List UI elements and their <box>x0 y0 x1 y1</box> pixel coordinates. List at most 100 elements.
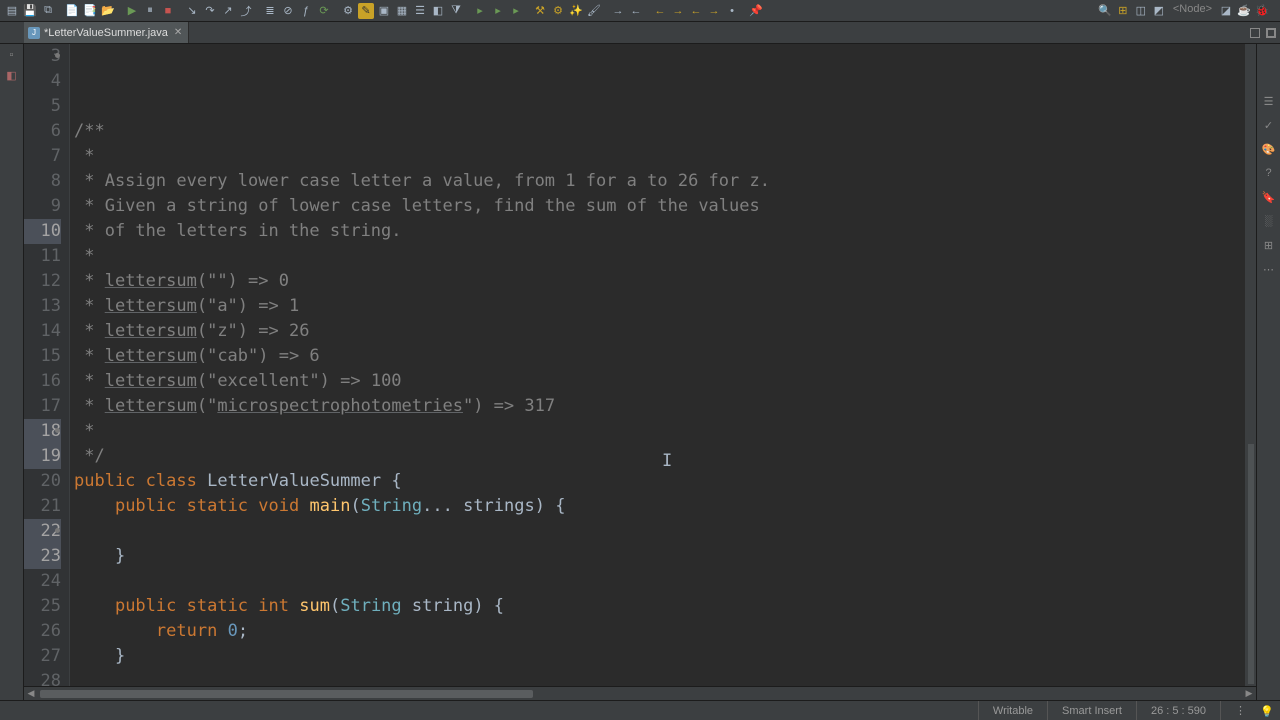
code-line[interactable]: * Given a string of lower case letters, … <box>74 194 1244 219</box>
structure-icon[interactable]: ⊞ <box>1262 238 1276 252</box>
wand-icon[interactable]: ✨ <box>568 3 584 19</box>
search-fwd-icon[interactable]: → <box>610 3 626 19</box>
perspective-open-icon[interactable]: ⊞ <box>1115 3 1131 19</box>
code-line[interactable]: * lettersum("") => 0 <box>74 269 1244 294</box>
toggle-breakpoint-icon[interactable]: ≣ <box>262 3 278 19</box>
code-line[interactable]: * lettersum("z") => 26 <box>74 319 1244 344</box>
minimize-view-icon[interactable]: ▫ <box>5 48 19 62</box>
scrollbar-thumb[interactable] <box>40 690 533 698</box>
class-icon[interactable]: ◧ <box>430 3 446 19</box>
marker-icon[interactable]: ✎ <box>358 3 374 19</box>
horizontal-scrollbar[interactable]: ◀ ▶ <box>24 686 1256 700</box>
code-line[interactable]: return 0; <box>74 619 1244 644</box>
code-line[interactable]: public static int sum(String string) { <box>74 594 1244 619</box>
status-empty-cell: ⋮ <box>1220 701 1260 720</box>
nav-up-icon[interactable]: ← <box>688 3 704 19</box>
code-line[interactable]: * <box>74 419 1244 444</box>
text-cursor: I <box>662 449 672 474</box>
pause-icon[interactable]: ⏸ <box>142 3 158 19</box>
perspective-1-icon[interactable]: ◫ <box>1133 3 1149 19</box>
perspective-3-icon[interactable]: ◪ <box>1218 3 1234 19</box>
editor[interactable]: 3456789101112131415161718192021222324252… <box>24 44 1256 700</box>
last-edit-icon[interactable]: • <box>724 3 740 19</box>
run-icon[interactable]: ▶ <box>124 3 140 19</box>
code-line[interactable]: } <box>74 544 1244 569</box>
code-line[interactable]: public static void main(String... string… <box>74 494 1244 519</box>
save-icon[interactable]: 💾 <box>22 3 38 19</box>
build-icon[interactable]: ⚒ <box>532 3 548 19</box>
pin-icon[interactable]: 📌 <box>748 3 764 19</box>
step-return-icon[interactable]: ⤴ <box>238 3 254 19</box>
left-tool-strip: ▫ ◧ <box>0 44 24 700</box>
main-toolbar: ▤ 💾 ⧉ 📄 📑 📂 ▶ ⏸ ■ ↘ ↷ ↗ ⤴ ≣ ⊘ ƒ ⟳ ⚙ ✎ ▣ … <box>0 0 1280 22</box>
perspective-java-icon[interactable]: ☕ <box>1236 3 1252 19</box>
code-area[interactable]: I /** * * Assign every lower case letter… <box>70 44 1244 686</box>
quick-search-icon[interactable]: 🔍 <box>1097 3 1113 19</box>
perspective-debug-icon[interactable]: 🐞 <box>1254 3 1270 19</box>
skip-breakpoints-icon[interactable]: ⊘ <box>280 3 296 19</box>
overview-ruler[interactable] <box>1244 44 1256 686</box>
package-icon[interactable]: ▣ <box>376 3 392 19</box>
code-line[interactable]: } <box>74 644 1244 669</box>
lightbulb-icon[interactable]: 💡 <box>1260 705 1272 717</box>
debug-config-icon[interactable]: ⚙ <box>340 3 356 19</box>
code-line[interactable]: * <box>74 244 1244 269</box>
scroll-right-icon[interactable]: ▶ <box>1242 688 1256 699</box>
close-tab-icon[interactable]: ✕ <box>174 27 182 38</box>
code-line[interactable]: * Assign every lower case letter a value… <box>74 169 1244 194</box>
status-cursor-position: 26 : 5 : 590 <box>1136 701 1220 720</box>
line-number-gutter[interactable]: 3456789101112131415161718192021222324252… <box>24 44 70 686</box>
brush-icon[interactable]: 🖌 <box>586 3 602 19</box>
bookmark-icon[interactable]: 🔖 <box>1262 190 1276 204</box>
code-line[interactable] <box>74 569 1244 594</box>
step-into-icon[interactable]: ↘ <box>184 3 200 19</box>
search-back-icon[interactable]: ← <box>628 3 644 19</box>
nav-back-icon[interactable]: ← <box>652 3 668 19</box>
coverage-icon[interactable]: ▸ <box>508 3 524 19</box>
restore-icon[interactable] <box>1250 28 1260 38</box>
code-line[interactable]: * lettersum("a") => 1 <box>74 294 1244 319</box>
status-insert-mode[interactable]: Smart Insert <box>1047 701 1136 720</box>
project-explorer-icon[interactable]: ◧ <box>5 68 19 82</box>
step-out-icon[interactable]: ↗ <box>220 3 236 19</box>
outline-view-icon[interactable]: ☰ <box>1262 94 1276 108</box>
new-icon[interactable]: ▤ <box>4 3 20 19</box>
code-line[interactable]: /** <box>74 119 1244 144</box>
perspective-2-icon[interactable]: ◩ <box>1151 3 1167 19</box>
scroll-left-icon[interactable]: ◀ <box>24 688 38 699</box>
palette-icon[interactable]: 🎨 <box>1262 142 1276 156</box>
step-over-icon[interactable]: ↷ <box>202 3 218 19</box>
filter-icon[interactable]: ⧩ <box>448 3 464 19</box>
build-all-icon[interactable]: ⚙ <box>550 3 566 19</box>
task-list-icon[interactable]: ✓ <box>1262 118 1276 132</box>
outline-icon[interactable]: ☰ <box>412 3 428 19</box>
file-tab[interactable]: J *LetterValueSummer.java ✕ <box>24 22 189 43</box>
module-icon[interactable]: ▦ <box>394 3 410 19</box>
help-icon[interactable]: ? <box>1262 166 1276 180</box>
node-label: <Node> <box>1169 3 1216 19</box>
refresh-icon[interactable]: ⟳ <box>316 3 332 19</box>
nav-down-icon[interactable]: → <box>706 3 722 19</box>
status-writable[interactable]: Writable <box>978 701 1047 720</box>
more-icon[interactable]: ⋯ <box>1262 262 1276 276</box>
code-line[interactable]: public class LetterValueSummer { <box>74 469 1244 494</box>
minimap-icon[interactable]: ░ <box>1262 214 1276 228</box>
code-line[interactable]: * <box>74 144 1244 169</box>
code-line[interactable] <box>74 669 1244 686</box>
save-all-icon[interactable]: ⧉ <box>40 3 56 19</box>
code-line[interactable]: * lettersum("cab") => 6 <box>74 344 1244 369</box>
code-line[interactable]: * lettersum("microspectrophotometries") … <box>74 394 1244 419</box>
new-file-icon[interactable]: 📄 <box>64 3 80 19</box>
code-line[interactable] <box>74 519 1244 544</box>
code-line[interactable]: */ <box>74 444 1244 469</box>
open-icon[interactable]: 📂 <box>100 3 116 19</box>
run-last-icon[interactable]: ▸ <box>472 3 488 19</box>
nav-fwd-icon[interactable]: → <box>670 3 686 19</box>
code-line[interactable]: * lettersum("excellent") => 100 <box>74 369 1244 394</box>
stop-icon[interactable]: ■ <box>160 3 176 19</box>
new-project-icon[interactable]: 📑 <box>82 3 98 19</box>
debug-last-icon[interactable]: ▸ <box>490 3 506 19</box>
expressions-icon[interactable]: ƒ <box>298 3 314 19</box>
maximize-icon[interactable] <box>1266 28 1276 38</box>
code-line[interactable]: * of the letters in the string. <box>74 219 1244 244</box>
